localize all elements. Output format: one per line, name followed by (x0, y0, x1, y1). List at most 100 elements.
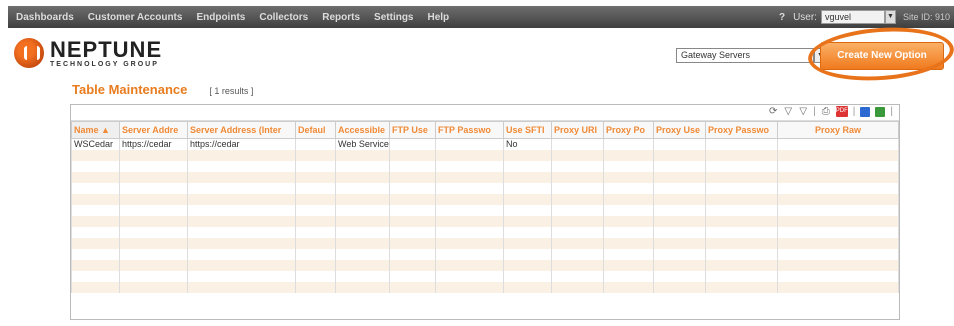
column-header[interactable]: Proxy Use (653, 121, 706, 139)
refresh-icon[interactable]: ⟳ (768, 106, 778, 117)
help-icon[interactable]: ? (779, 12, 785, 23)
user-select[interactable]: vguvel ▼ (820, 10, 896, 24)
table-cell (295, 215, 336, 227)
table-cell (187, 215, 296, 227)
table-cell (435, 149, 504, 161)
table-cell (777, 237, 899, 249)
chevron-down-icon[interactable]: ▼ (884, 10, 896, 24)
table-cell (503, 248, 552, 260)
table-cell (389, 193, 436, 205)
column-header[interactable]: FTP Passwo (435, 121, 504, 139)
table-cell (653, 248, 706, 260)
nav-collectors[interactable]: Collectors (259, 12, 308, 23)
table-cell (603, 237, 654, 249)
table-cell (705, 149, 778, 161)
table-cell (335, 215, 390, 227)
column-header[interactable]: Server Addre (119, 121, 188, 139)
table-cell (119, 204, 188, 216)
table-cell (295, 237, 336, 249)
table-cell (603, 215, 654, 227)
table-cell (119, 248, 188, 260)
data-table: Name ▲ Server Addre Server Address (Inter D… (71, 121, 899, 293)
table-cell (71, 149, 120, 161)
nav-settings[interactable]: Settings (374, 12, 413, 23)
table-cell (119, 149, 188, 161)
table-cell (603, 204, 654, 216)
create-new-option-button[interactable]: Create New Option (820, 42, 944, 70)
table-cell: WSCedar (71, 138, 120, 150)
table-cell (551, 281, 604, 293)
column-header[interactable]: Server Address (Inter (187, 121, 296, 139)
table-cell (603, 259, 654, 271)
column-header[interactable]: Proxy Raw (777, 121, 899, 139)
table-cell (777, 138, 899, 150)
table-cell (389, 215, 436, 227)
table-cell (653, 237, 706, 249)
table-cell (71, 204, 120, 216)
column-header[interactable]: Proxy URI (551, 121, 604, 139)
table-cell (653, 204, 706, 216)
table-cell (653, 149, 706, 161)
nav-customer-accounts[interactable]: Customer Accounts (88, 12, 183, 23)
table-cell (119, 259, 188, 271)
table-cell (503, 149, 552, 161)
print-icon[interactable]: ⎙ (821, 106, 831, 117)
table-cell (335, 270, 390, 282)
table-cell (71, 237, 120, 249)
table-cell (551, 160, 604, 172)
user-select-value: vguvel (824, 12, 851, 22)
table-cell (503, 204, 552, 216)
column-header[interactable]: Proxy Po (603, 121, 654, 139)
table-cell (653, 182, 706, 194)
table-cell (187, 270, 296, 282)
nav-dashboards[interactable]: Dashboards (16, 12, 74, 23)
table-cell (705, 259, 778, 271)
table-row-empty (71, 281, 899, 293)
nav-reports[interactable]: Reports (322, 12, 360, 23)
table-body: WSCedar https://cedar https://cedar Web Ser… (71, 138, 899, 293)
column-header[interactable]: Defaul (295, 121, 336, 139)
column-header[interactable]: Proxy Passwo (705, 121, 778, 139)
table-cell (295, 226, 336, 238)
table-header-row: Name ▲ Server Addre Server Address (Inter D… (71, 121, 899, 139)
pdf-export-icon[interactable]: PDF (835, 106, 848, 117)
toolbar-icons: ⟳ ▽ ▽ | ⎙ PDF | | (768, 106, 893, 117)
table-cell (777, 160, 899, 172)
nav-endpoints[interactable]: Endpoints (196, 12, 245, 23)
table-cell (705, 237, 778, 249)
table-row[interactable]: WSCedar https://cedar https://cedar Web Ser… (71, 138, 899, 150)
column-header[interactable]: Use SFTI (503, 121, 552, 139)
nav-help[interactable]: Help (428, 12, 450, 23)
table-cell (653, 171, 706, 183)
neptune-logo-icon (14, 38, 44, 68)
word-export-icon[interactable] (860, 106, 871, 117)
table-cell (389, 160, 436, 172)
clear-filter-icon[interactable]: ▽ (798, 106, 808, 117)
gateway-type-select[interactable]: Gateway Servers ▼ (676, 48, 827, 63)
table-cell (551, 171, 604, 183)
table-cell (603, 138, 654, 150)
table-row-empty (71, 226, 899, 238)
table-cell (777, 281, 899, 293)
excel-export-icon[interactable] (875, 106, 886, 117)
table-cell (705, 215, 778, 227)
table-cell (705, 270, 778, 282)
table-cell (503, 270, 552, 282)
column-header[interactable]: FTP Use (389, 121, 436, 139)
table-cell (435, 215, 504, 227)
table-row-empty (71, 248, 899, 260)
table-cell (551, 226, 604, 238)
table-cell (335, 171, 390, 183)
table-cell (653, 193, 706, 205)
table-row-empty (71, 270, 899, 282)
table-cell (435, 226, 504, 238)
table-cell (389, 226, 436, 238)
table-cell (335, 160, 390, 172)
table-cell (551, 248, 604, 260)
column-header[interactable]: Name ▲ (71, 121, 120, 139)
column-header[interactable]: Accessible (335, 121, 390, 139)
filter-icon[interactable]: ▽ (783, 106, 793, 117)
table-cell (653, 226, 706, 238)
table-cell (335, 237, 390, 249)
table-cell (295, 259, 336, 271)
